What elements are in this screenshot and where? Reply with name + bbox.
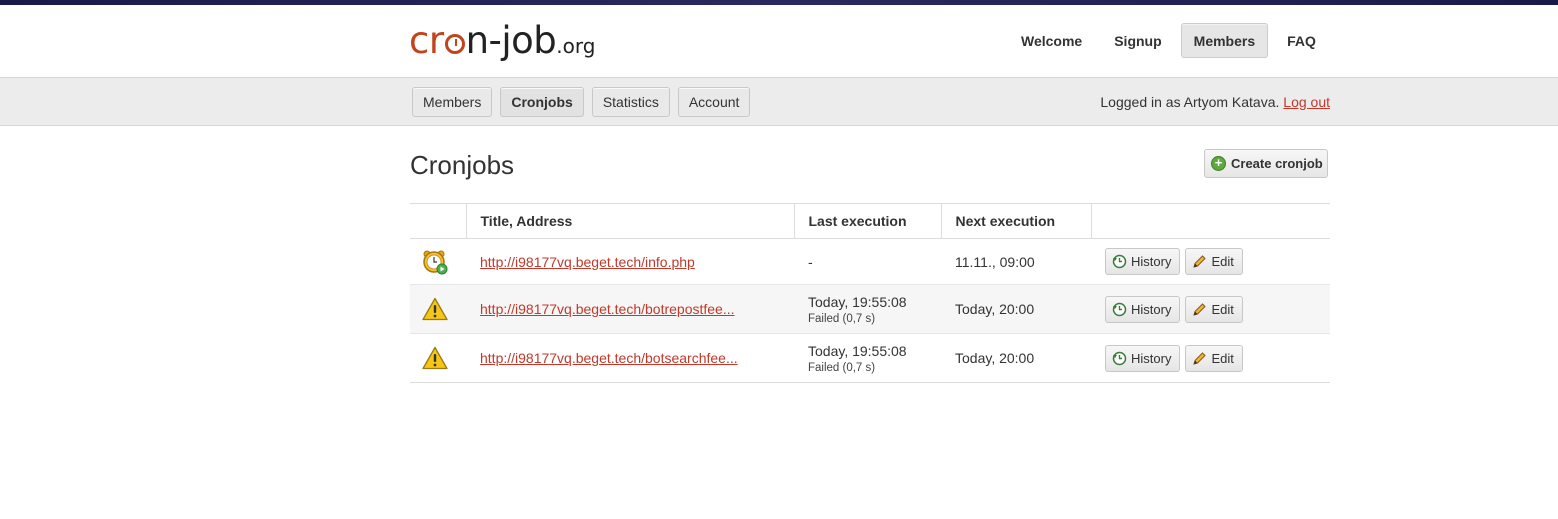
logo-text-2: n-job — [465, 19, 557, 62]
history-icon — [1112, 254, 1127, 269]
warning-icon — [422, 346, 466, 370]
create-cronjob-button[interactable]: + Create cronjob — [1204, 149, 1328, 178]
header-status — [410, 203, 466, 239]
logo-suffix: .org — [556, 34, 596, 58]
status-cell — [410, 284, 466, 334]
subnav-account[interactable]: Account — [677, 87, 751, 117]
site-header: cr n-job.org Welcome Signup Members FAQ — [0, 5, 1558, 77]
sub-nav: Members Cronjobs Statistics Account — [412, 87, 751, 117]
title-cell: http://i98177vq.beget.tech/botrepostfee.… — [466, 284, 794, 334]
next-execution-cell: Today, 20:00 — [941, 284, 1091, 334]
last-execution-cell: Today, 19:55:08 Failed (0,7 s) — [794, 284, 941, 334]
actions-cell: History Edit — [1091, 238, 1330, 285]
last-execution-value: Today, 19:55:08 — [808, 342, 907, 359]
actions-cell: History Edit — [1091, 333, 1330, 383]
history-icon — [1112, 351, 1127, 365]
sub-nav-bar: Members Cronjobs Statistics Account Logg… — [0, 77, 1558, 126]
logout-link[interactable]: Log out — [1283, 94, 1330, 110]
edit-button[interactable]: Edit — [1185, 344, 1243, 372]
edit-label: Edit — [1211, 254, 1234, 269]
job-url-link[interactable]: http://i98177vq.beget.tech/botsearchfee.… — [480, 350, 738, 366]
topnav-welcome[interactable]: Welcome — [1008, 23, 1095, 58]
last-execution-status: Failed (0,7 s) — [808, 312, 876, 325]
clock-icon — [444, 34, 465, 54]
table-row: http://i98177vq.beget.tech/botrepostfee.… — [410, 284, 1330, 334]
job-url-link[interactable]: http://i98177vq.beget.tech/info.php — [480, 254, 695, 270]
clock-active-icon — [422, 249, 466, 275]
page-title: Cronjobs — [410, 150, 515, 180]
logo-text-1: cr — [409, 19, 444, 62]
create-cronjob-label: Create cronjob — [1231, 156, 1323, 171]
edit-label: Edit — [1211, 301, 1234, 317]
last-execution-status: Failed (0,7 s) — [808, 361, 876, 374]
header-last-execution: Last execution — [793, 203, 941, 239]
job-url-link[interactable]: http://i98177vq.beget.tech/botrepostfee.… — [480, 301, 735, 317]
status-cell — [410, 238, 466, 285]
edit-button[interactable]: Edit — [1185, 295, 1243, 323]
login-info: Logged in as Artyom Katava. Log out — [1100, 94, 1330, 110]
subnav-cronjobs[interactable]: Cronjobs — [500, 87, 584, 117]
edit-button[interactable]: Edit — [1185, 248, 1243, 275]
status-cell — [410, 333, 466, 383]
next-execution-cell: Today, 20:00 — [941, 333, 1091, 383]
topnav-signup[interactable]: Signup — [1101, 23, 1174, 58]
header-title: Title, Address — [465, 203, 794, 239]
logged-in-text: Logged in as Artyom Katava. — [1100, 94, 1280, 110]
history-button[interactable]: History — [1105, 344, 1181, 372]
subnav-statistics[interactable]: Statistics — [591, 87, 670, 117]
pencil-icon — [1193, 302, 1207, 316]
subnav-members[interactable]: Members — [412, 87, 493, 117]
table-row: http://i98177vq.beget.tech/info.php - 11… — [410, 238, 1330, 285]
pencil-icon — [1193, 255, 1207, 268]
title-cell: http://i98177vq.beget.tech/botsearchfee.… — [466, 333, 794, 383]
topnav-members[interactable]: Members — [1180, 23, 1269, 58]
history-label: History — [1131, 254, 1172, 269]
table-header-row: Title, Address Last execution Next execu… — [410, 203, 1330, 239]
pencil-icon — [1193, 351, 1207, 365]
last-execution-cell: - — [794, 238, 941, 285]
actions-cell: History Edit — [1091, 284, 1330, 334]
add-circle-icon: + — [1211, 156, 1226, 171]
next-execution-cell: 11.11., 09:00 — [941, 238, 1091, 285]
history-button[interactable]: History — [1105, 248, 1181, 275]
history-label: History — [1131, 301, 1172, 317]
cronjobs-table: Title, Address Last execution Next execu… — [410, 203, 1330, 383]
topnav-faq[interactable]: FAQ — [1274, 23, 1329, 58]
header-next-execution: Next execution — [940, 203, 1091, 239]
history-button[interactable]: History — [1105, 295, 1181, 323]
history-label: History — [1131, 350, 1172, 366]
edit-label: Edit — [1211, 350, 1234, 366]
warning-icon — [422, 297, 466, 321]
history-icon — [1112, 302, 1127, 316]
last-execution-value: - — [808, 253, 813, 270]
last-execution-value: Today, 19:55:08 — [808, 293, 907, 310]
table-row: http://i98177vq.beget.tech/botsearchfee.… — [410, 333, 1330, 383]
title-cell: http://i98177vq.beget.tech/info.php — [466, 238, 794, 285]
header-actions — [1090, 203, 1330, 239]
site-logo[interactable]: cr n-job.org — [409, 19, 595, 63]
last-execution-cell: Today, 19:55:08 Failed (0,7 s) — [794, 333, 941, 383]
top-nav: Welcome Signup Members FAQ — [1008, 23, 1329, 58]
